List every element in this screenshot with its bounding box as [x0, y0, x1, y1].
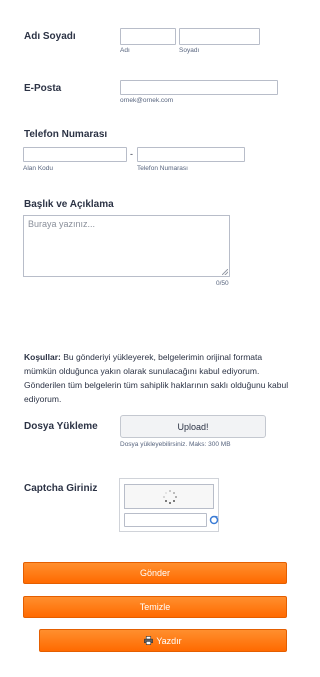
submit-button[interactable]: Gönder	[23, 562, 287, 584]
char-counter: 0/50	[216, 280, 229, 287]
spinner-icon	[163, 490, 177, 504]
captcha-input[interactable]	[124, 513, 207, 527]
upload-hint: Dosya yükleyebilirsiniz. Maks: 300 MB	[120, 441, 231, 448]
email-sublabel: ornek@ornek.com	[120, 97, 174, 104]
first-name-input[interactable]	[120, 28, 176, 45]
print-button[interactable]: Yazdır	[39, 629, 287, 652]
printer-icon	[144, 636, 154, 645]
terms-text: Koşullar: Bu gönderiyi yükleyerek, belge…	[24, 350, 289, 406]
last-name-sublabel: Soyadı	[179, 47, 200, 54]
terms-body: Bu gönderiyi yükleyerek, belgelerimin or…	[24, 352, 289, 404]
captcha-box	[119, 478, 219, 532]
name-label: Adı Soyadı	[24, 31, 76, 42]
refresh-icon[interactable]	[209, 515, 219, 525]
description-textarea[interactable]: Buraya yazınız...	[23, 215, 230, 277]
phone-label: Telefon Numarası	[24, 129, 108, 140]
description-label: Başlık ve Açıklama	[24, 199, 114, 210]
upload-button[interactable]: Upload!	[120, 415, 266, 438]
phone-separator: -	[130, 149, 133, 159]
first-name-sublabel: Adı	[120, 47, 130, 54]
captcha-label: Captcha Giriniz	[24, 483, 98, 494]
resize-handle[interactable]	[222, 269, 228, 275]
captcha-image	[124, 484, 214, 509]
email-input[interactable]	[120, 80, 278, 95]
print-label: Yazdır	[156, 635, 182, 646]
email-label: E-Posta	[24, 83, 62, 94]
phone-number-input[interactable]	[137, 147, 245, 162]
clear-button[interactable]: Temizle	[23, 596, 287, 618]
upload-label: Dosya Yükleme	[24, 421, 98, 432]
description-placeholder: Buraya yazınız...	[28, 219, 96, 229]
area-code-sublabel: Alan Kodu	[23, 165, 53, 172]
area-code-input[interactable]	[23, 147, 127, 162]
terms-bold: Koşullar:	[24, 352, 61, 362]
phone-number-sublabel: Telefon Numarası	[137, 165, 188, 172]
last-name-input[interactable]	[179, 28, 260, 45]
